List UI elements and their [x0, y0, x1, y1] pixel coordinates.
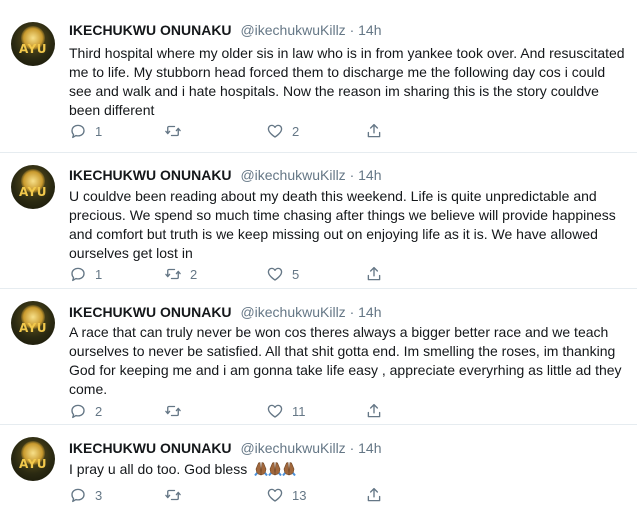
reply-button[interactable]: 3	[69, 486, 102, 504]
retweet-button[interactable]	[164, 122, 190, 140]
share-button[interactable]	[365, 486, 383, 504]
avatar[interactable]: AYU	[11, 437, 55, 481]
share-button[interactable]	[365, 122, 383, 140]
share-icon	[367, 266, 381, 281]
user-handle[interactable]: @ikechukwuKillz	[240, 22, 345, 38]
tweet-header: IKECHUKWU ONUNAKU @ikechukwuKillz · 14h	[69, 439, 382, 457]
separator-dot: ·	[349, 304, 355, 320]
share-icon	[367, 123, 381, 138]
retweet-icon	[165, 489, 181, 501]
reply-count: 1	[95, 123, 103, 139]
separator-dot: ·	[349, 440, 355, 456]
retweet-button[interactable]	[164, 486, 190, 504]
separator-dot: ·	[349, 167, 355, 183]
reply-icon	[71, 404, 85, 419]
reply-count: 1	[95, 266, 103, 282]
display-name[interactable]: IKECHUKWU ONUNAKU	[69, 167, 232, 183]
tweet-text: I pray u all do too. God bless 🙏🏾🙏🏾🙏🏾	[69, 460, 625, 479]
reply-button[interactable]: 1	[69, 122, 102, 140]
tweet-text-body: I pray u all do too. God bless	[69, 461, 248, 477]
share-button[interactable]	[365, 402, 383, 420]
like-count: 2	[292, 123, 300, 139]
retweet-icon	[165, 125, 181, 137]
reply-button[interactable]: 1	[69, 265, 102, 283]
share-icon	[367, 487, 381, 502]
tweet-2[interactable]: AYU IKECHUKWU ONUNAKU @ikechukwuKillz · …	[0, 153, 637, 289]
like-count: 13	[292, 487, 307, 503]
avatar-logo-text: AYU	[18, 457, 48, 471]
like-count: 5	[292, 266, 300, 282]
retweet-count: 2	[190, 266, 198, 282]
retweet-icon	[165, 268, 181, 280]
avatar[interactable]: AYU	[11, 301, 55, 345]
reply-icon	[71, 124, 85, 139]
tweet-text: U couldve been reading about my death th…	[69, 188, 616, 261]
retweet-icon	[165, 405, 181, 417]
tweet-header: IKECHUKWU ONUNAKU @ikechukwuKillz · 14h	[69, 303, 382, 321]
heart-icon	[267, 124, 283, 138]
folded-hands-icon	[254, 461, 296, 477]
like-button[interactable]: 11	[266, 402, 306, 420]
tweet-text: A race that can truly never be won cos t…	[69, 324, 622, 397]
heart-icon	[267, 488, 283, 502]
user-handle[interactable]: @ikechukwuKillz	[240, 440, 345, 456]
separator-dot: ·	[349, 22, 355, 38]
share-icon	[367, 403, 381, 418]
like-button[interactable]: 2	[266, 122, 299, 140]
user-handle[interactable]: @ikechukwuKillz	[240, 304, 345, 320]
heart-icon	[267, 267, 283, 281]
avatar[interactable]: AYU	[11, 165, 55, 209]
tweet-timeline: AYU IKECHUKWU ONUNAKU @ikechukwuKillz · …	[0, 0, 637, 524]
like-count: 11	[292, 403, 306, 419]
avatar-logo-text: AYU	[18, 185, 48, 199]
timestamp[interactable]: 14h	[358, 304, 381, 320]
reply-icon	[71, 267, 85, 282]
display-name[interactable]: IKECHUKWU ONUNAKU	[69, 22, 232, 38]
timestamp[interactable]: 14h	[358, 167, 381, 183]
tweet-actions: 1 2	[69, 122, 469, 140]
tweet-header: IKECHUKWU ONUNAKU @ikechukwuKillz · 14h	[69, 166, 382, 184]
display-name[interactable]: IKECHUKWU ONUNAKU	[69, 304, 232, 320]
reply-count: 3	[95, 487, 103, 503]
tweet-text: Third hospital where my older sis in law…	[69, 45, 625, 118]
share-button[interactable]	[365, 265, 383, 283]
avatar-logo-text: AYU	[18, 42, 48, 56]
avatar[interactable]: AYU	[11, 22, 55, 66]
avatar-logo-text: AYU	[18, 321, 48, 335]
user-handle[interactable]: @ikechukwuKillz	[240, 167, 345, 183]
reply-icon	[71, 488, 85, 503]
retweet-button[interactable]	[164, 402, 190, 420]
tweet-actions: 3 13	[69, 486, 469, 504]
tweet-actions: 1 2 5	[69, 265, 469, 283]
tweet-1[interactable]: AYU IKECHUKWU ONUNAKU @ikechukwuKillz · …	[0, 0, 637, 153]
tweet-actions: 2 11	[69, 402, 469, 420]
timestamp[interactable]: 14h	[358, 22, 381, 38]
display-name[interactable]: IKECHUKWU ONUNAKU	[69, 440, 232, 456]
tweet-header: IKECHUKWU ONUNAKU @ikechukwuKillz · 14h	[69, 21, 382, 39]
like-button[interactable]: 13	[266, 486, 306, 504]
tweet-4[interactable]: AYU IKECHUKWU ONUNAKU @ikechukwuKillz · …	[0, 425, 637, 524]
tweet-3[interactable]: AYU IKECHUKWU ONUNAKU @ikechukwuKillz · …	[0, 289, 637, 425]
heart-icon	[267, 404, 283, 418]
reply-count: 2	[95, 403, 103, 419]
timestamp[interactable]: 14h	[358, 440, 381, 456]
retweet-button[interactable]: 2	[164, 265, 197, 283]
reply-button[interactable]: 2	[69, 402, 102, 420]
like-button[interactable]: 5	[266, 265, 299, 283]
